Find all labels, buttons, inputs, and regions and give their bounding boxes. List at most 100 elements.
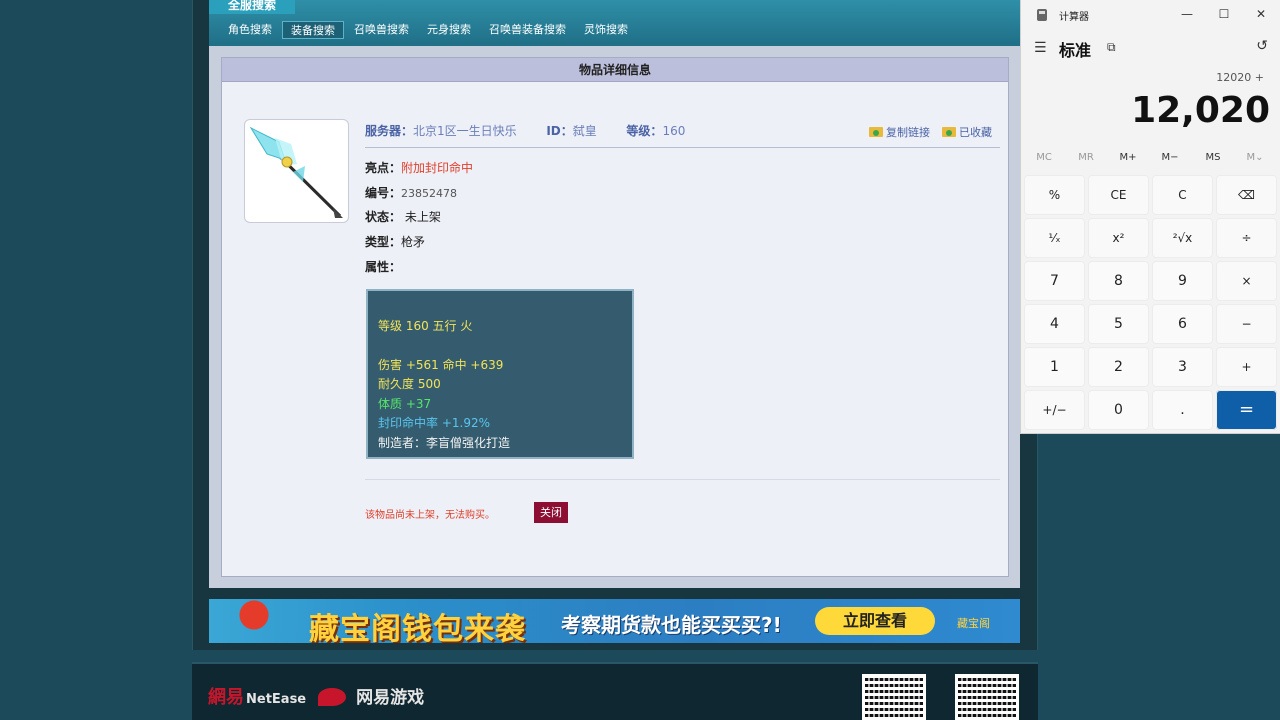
key-clear[interactable]: C	[1152, 175, 1213, 215]
highlight-row: 亮点：附加封印命中	[365, 159, 473, 176]
calculator-display: 12,020	[1131, 90, 1270, 131]
keep-on-top-icon[interactable]: ⧉	[1107, 40, 1116, 55]
id-label: ID：	[546, 124, 573, 138]
key-0[interactable]: 0	[1088, 390, 1149, 430]
netease-bird-icon	[318, 688, 347, 706]
calculator-title: 计算器	[1059, 12, 1089, 23]
search-nav: 角色搜索 装备搜索 召唤兽搜索 元身搜索 召唤兽装备搜索 灵饰搜索	[220, 21, 638, 41]
backspace-icon[interactable]: ⌫	[1216, 175, 1277, 215]
panel-title: 物品详细信息	[222, 58, 1008, 82]
copy-link-button[interactable]: 复制链接	[869, 124, 930, 140]
number-value: 23852478	[401, 187, 458, 200]
key-5[interactable]: 5	[1088, 304, 1149, 344]
banner-view-button[interactable]: 立即查看	[815, 607, 935, 635]
brand-en: NetEase	[246, 692, 307, 707]
key-add[interactable]: +	[1216, 347, 1277, 387]
folder-icon	[869, 127, 883, 137]
key-subtract[interactable]: −	[1216, 304, 1277, 344]
close-button[interactable]: 关闭	[534, 502, 568, 523]
nav-summon-search[interactable]: 召唤兽搜索	[346, 21, 417, 39]
level-label: 等级：	[626, 124, 663, 138]
hamburger-menu-icon[interactable]: ☰	[1034, 40, 1047, 56]
nav-summon-equip-search[interactable]: 召唤兽装备搜索	[481, 21, 574, 39]
nav-equipment-search[interactable]: 装备搜索	[282, 21, 344, 39]
highlight-value: 附加封印命中	[401, 161, 474, 175]
calculator-app-icon	[1037, 9, 1047, 21]
attr-level-element: 等级 160 五行 火	[378, 319, 473, 333]
attr-damage-hit: 伤害 +561 命中 +639	[378, 357, 504, 372]
level-value: 160	[662, 124, 686, 138]
nav-avatar-search[interactable]: 元身搜索	[419, 21, 479, 39]
qr-code-icon	[955, 674, 1019, 720]
memory-recall-button[interactable]: MR	[1066, 152, 1106, 163]
nav-ornament-search[interactable]: 灵饰搜索	[576, 21, 636, 39]
copy-link-label: 复制链接	[886, 126, 930, 139]
netease-logo[interactable]: 網易 NetEase 网易游戏	[208, 683, 424, 709]
number-label: 编号：	[365, 186, 402, 200]
status-label: 状态：	[365, 210, 402, 224]
key-clear-entry[interactable]: CE	[1088, 175, 1149, 215]
history-icon[interactable]: ↺	[1256, 38, 1268, 54]
status-row: 状态： 未上架	[365, 208, 441, 225]
favorite-button[interactable]: 已收藏	[942, 124, 992, 140]
key-reciprocal[interactable]: ¹⁄ₓ	[1024, 218, 1085, 258]
attr-seal-hit: 封印命中率 +1.92%	[378, 416, 490, 430]
attr-durability: 耐久度 500	[378, 377, 441, 391]
site-title: 全服搜索	[209, 0, 295, 14]
key-1[interactable]: 1	[1024, 347, 1085, 387]
attr-constitution: 体质 +37	[378, 396, 432, 411]
key-multiply[interactable]: ×	[1216, 261, 1277, 301]
status-value: 未上架	[404, 210, 441, 224]
key-3[interactable]: 3	[1152, 347, 1213, 387]
attr-row: 属性：	[365, 258, 401, 275]
key-negate[interactable]: +/−	[1024, 390, 1085, 430]
memory-list-button[interactable]: M⌄	[1235, 152, 1275, 163]
spear-icon	[249, 126, 343, 218]
item-image	[244, 119, 349, 223]
server-label: 服务器：	[365, 124, 414, 138]
calculator-titlebar[interactable]: 计算器 — ☐ ✕	[1021, 0, 1280, 30]
key-2[interactable]: 2	[1088, 347, 1149, 387]
item-actions: 复制链接 已收藏	[869, 124, 992, 140]
key-9[interactable]: 9	[1152, 261, 1213, 301]
maximize-icon[interactable]: ☐	[1216, 6, 1232, 22]
folder-icon	[942, 127, 956, 137]
memory-subtract-button[interactable]: M−	[1150, 152, 1190, 163]
type-row: 类型：枪矛	[365, 233, 425, 250]
memory-add-button[interactable]: M+	[1108, 152, 1148, 163]
close-icon[interactable]: ✕	[1253, 6, 1269, 22]
key-decimal[interactable]: .	[1152, 390, 1213, 430]
divider	[365, 147, 1000, 148]
qr-code-icon	[862, 674, 926, 720]
key-4[interactable]: 4	[1024, 304, 1085, 344]
character-icon	[209, 599, 299, 643]
key-8[interactable]: 8	[1088, 261, 1149, 301]
key-square[interactable]: x²	[1088, 218, 1149, 258]
key-percent[interactable]: %	[1024, 175, 1085, 215]
key-7[interactable]: 7	[1024, 261, 1085, 301]
calculator-mode: 标准	[1059, 41, 1092, 60]
key-divide[interactable]: ÷	[1216, 218, 1277, 258]
key-6[interactable]: 6	[1152, 304, 1213, 344]
key-square-root[interactable]: ²√x	[1152, 218, 1213, 258]
server-info: 服务器：北京1区一生日快乐 ID：弑皇 等级：160	[365, 122, 685, 139]
nav-role-search[interactable]: 角色搜索	[220, 21, 280, 39]
banner-logo: 藏宝阁	[957, 617, 990, 630]
netease-games: 网易游戏	[356, 688, 425, 708]
memory-clear-button[interactable]: MC	[1024, 152, 1064, 163]
banner-title: 藏宝阁钱包来袭	[309, 612, 526, 643]
number-row: 编号：23852478	[365, 184, 457, 201]
promo-banner[interactable]: 藏宝阁钱包来袭 考察期货款也能买买买?! 立即查看 藏宝阁	[209, 599, 1020, 643]
highlight-label: 亮点：	[365, 161, 402, 175]
key-equals[interactable]: =	[1216, 390, 1277, 430]
favorite-label: 已收藏	[959, 126, 992, 139]
banner-subtitle: 考察期货款也能买买买?!	[561, 613, 782, 637]
attr-label: 属性：	[365, 260, 402, 274]
calculator-window: 计算器 — ☐ ✕ ☰ 标准 ⧉ ↺ 12020 + 12,020 MC MR …	[1020, 0, 1280, 434]
id-value: 弑皇	[572, 124, 597, 138]
memory-store-button[interactable]: MS	[1193, 152, 1233, 163]
attribute-box: 等级 160 五行 火 伤害 +561 命中 +639 耐久度 500 体质 +…	[366, 289, 634, 459]
server-value: 北京1区一生日快乐	[413, 124, 517, 138]
type-label: 类型：	[365, 235, 402, 249]
minimize-icon[interactable]: —	[1179, 6, 1195, 22]
